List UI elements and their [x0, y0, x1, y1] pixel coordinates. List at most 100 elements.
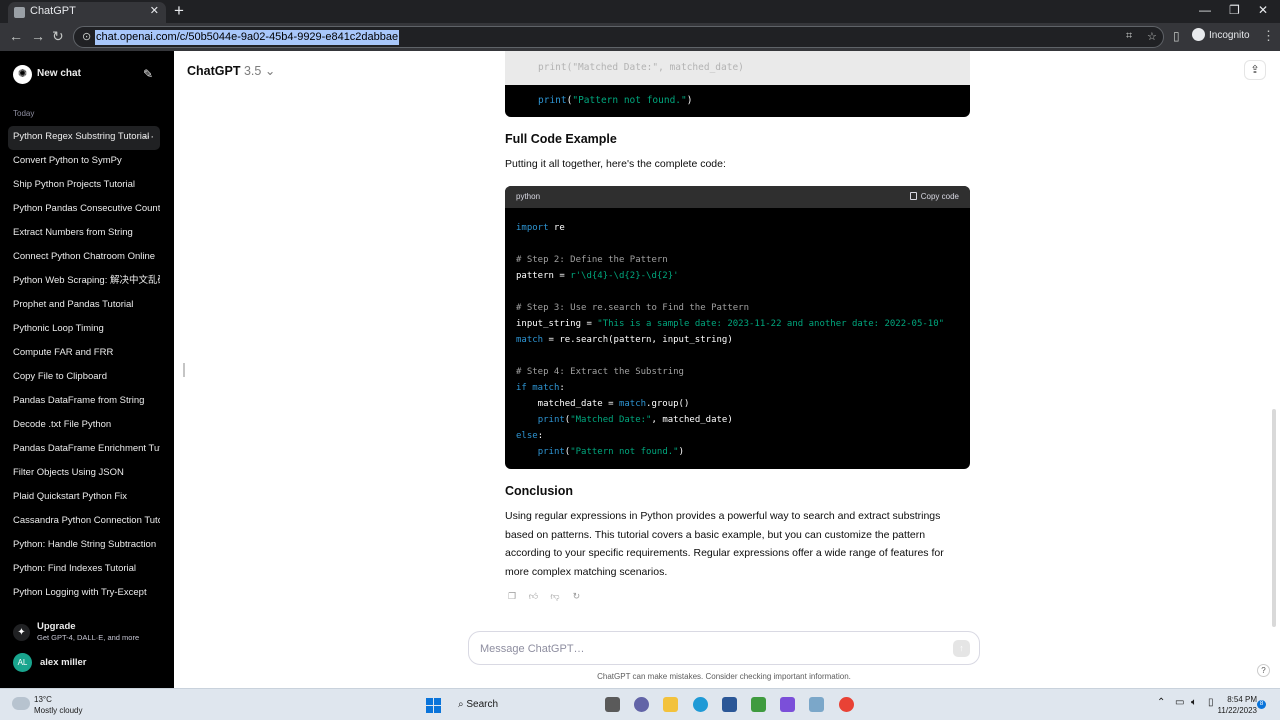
help-icon[interactable]: ?: [1257, 664, 1270, 677]
openai-logo-icon: ✺: [13, 65, 32, 84]
chat-history-item[interactable]: Python Pandas Consecutive Count: [8, 198, 160, 222]
weather-condition[interactable]: Mostly cloudy: [34, 706, 82, 715]
chevron-down-icon: ⌄: [264, 64, 276, 78]
address-bar[interactable]: ⊙ chat.openai.com/c/50b5044e-9a02-45b4-9…: [73, 26, 1164, 48]
vpn-icon[interactable]: [780, 697, 795, 712]
teams-chat-icon[interactable]: [634, 697, 649, 712]
notepad-icon[interactable]: [751, 697, 766, 712]
share-icon[interactable]: ⇪: [1244, 60, 1266, 80]
chat-history-item[interactable]: Python Logging with Try-Except: [8, 582, 160, 606]
site-info-icon[interactable]: ⊙: [82, 30, 91, 43]
network-icon[interactable]: ▭: [1175, 697, 1184, 708]
url-text[interactable]: chat.openai.com/c/50b5044e-9a02-45b4-992…: [95, 30, 400, 45]
more-options-icon[interactable]: ···: [143, 126, 154, 148]
chat-history-item[interactable]: Python Web Scraping: 解决中文乱码: [8, 270, 160, 294]
chevron-up-icon[interactable]: ⌃: [1157, 697, 1165, 708]
code-line: matched_date = match.group(): [516, 399, 690, 409]
chat-history-item[interactable]: Filter Objects Using JSON: [8, 462, 160, 486]
chat-history-item[interactable]: Extract Numbers from String: [8, 222, 160, 246]
browser-tab[interactable]: ChatGPT ✕: [8, 2, 166, 23]
chat-history-item[interactable]: Convert Python to SymPy: [8, 150, 160, 174]
user-name: alex miller: [40, 657, 87, 668]
weather-temp[interactable]: 13°C: [34, 695, 52, 704]
thumbs-down-icon[interactable]: 👎︎: [550, 591, 560, 602]
back-icon[interactable]: ←: [9, 28, 23, 44]
chat-history-list: Python Regex Substring Tutorial ··· Conve…: [8, 126, 160, 606]
chat-history-item[interactable]: Python: Handle String Subtraction: [8, 534, 160, 558]
code-line: print("Pattern not found."): [537, 447, 684, 457]
task-view-icon[interactable]: [605, 697, 620, 712]
bookmark-star-icon[interactable]: ☆: [1147, 30, 1157, 43]
upgrade-title: Upgrade: [37, 621, 76, 632]
notification-badge[interactable]: 8: [1257, 700, 1266, 709]
reload-icon[interactable]: ↻: [52, 28, 64, 45]
chat-history-item[interactable]: Copy File to Clipboard: [8, 366, 160, 390]
close-window-icon[interactable]: ✕: [1258, 3, 1268, 17]
chat-history-item[interactable]: Cassandra Python Connection Tutorial: [8, 510, 160, 534]
new-tab-icon[interactable]: +: [174, 1, 184, 21]
copy-icon[interactable]: ❐: [507, 591, 517, 602]
windows-taskbar: 13°C Mostly cloudy ⌕ Search ⌃ ▭ 🔈︎ ▯ 8:5…: [0, 688, 1280, 720]
main-chat-area: ChatGPT 3.5 ⌄ ⇪ print("Matched Date:", m…: [174, 51, 1280, 688]
chrome-icon[interactable]: [839, 697, 854, 712]
upgrade-button[interactable]: ✦ Upgrade Get GPT-4, DALL·E, and more: [13, 619, 163, 647]
regenerate-icon[interactable]: ↻: [571, 591, 581, 602]
code-block-header: python Copy code: [505, 186, 970, 208]
section-heading-full-code: Full Code Example: [505, 132, 617, 146]
thumbs-up-icon[interactable]: 👍︎: [528, 591, 538, 602]
chat-history-item[interactable]: Compute FAR and FRR: [8, 342, 160, 366]
code-line: pattern = r'\d{4}-\d{2}-\d{2}': [516, 271, 679, 281]
chat-history-item[interactable]: Python: Find Indexes Tutorial: [8, 558, 160, 582]
weather-cloud-icon[interactable]: [12, 697, 30, 710]
code-line: # Step 2: Define the Pattern: [516, 255, 668, 265]
sidebar-toggle-icon[interactable]: ▯: [1173, 29, 1180, 43]
browser-menu-icon[interactable]: ⋮: [1262, 28, 1275, 44]
edge-icon[interactable]: [693, 697, 708, 712]
chat-history-item[interactable]: Pandas DataFrame from String: [8, 390, 160, 414]
system-clock[interactable]: 8:54 PM 11/22/2023: [1205, 694, 1257, 716]
store-icon[interactable]: [722, 697, 737, 712]
model-selector[interactable]: ChatGPT 3.5 ⌄: [187, 63, 275, 78]
photos-icon[interactable]: [809, 697, 824, 712]
forward-icon[interactable]: →: [31, 28, 45, 44]
close-tab-icon[interactable]: ✕: [150, 2, 159, 21]
message-input[interactable]: [480, 640, 940, 657]
chat-history-item[interactable]: Decode .txt File Python: [8, 414, 160, 438]
incognito-badge[interactable]: Incognito: [1192, 28, 1250, 41]
scrollbar[interactable]: [1272, 409, 1276, 627]
chat-history-item[interactable]: Prophet and Pandas Tutorial: [8, 294, 160, 318]
chatgpt-favicon-icon: [14, 7, 25, 18]
chat-history-item[interactable]: Connect Python Chatroom Online: [8, 246, 160, 270]
minimize-icon[interactable]: —: [1199, 3, 1211, 17]
disclaimer-text: ChatGPT can make mistakes. Consider chec…: [597, 672, 851, 681]
code-line: # Step 3: Use re.search to Find the Patt…: [516, 303, 749, 313]
volume-icon[interactable]: 🔈︎: [1191, 697, 1197, 708]
code-line: else:: [516, 431, 544, 441]
send-icon[interactable]: ↑: [953, 640, 970, 657]
section-heading-conclusion: Conclusion: [505, 484, 574, 498]
maximize-icon[interactable]: ❐: [1229, 3, 1240, 17]
sidebar-resize-handle[interactable]: [183, 363, 185, 377]
taskbar-search[interactable]: ⌕ Search: [452, 694, 602, 716]
file-explorer-icon[interactable]: [663, 697, 678, 712]
code-line: match = re.search(pattern, input_string): [516, 335, 733, 345]
new-chat-button[interactable]: ✺ New chat ✎: [13, 65, 161, 85]
chat-history-item[interactable]: Pythonic Loop Timing: [8, 318, 160, 342]
incognito-icon: [1192, 28, 1205, 41]
copy-code-button[interactable]: Copy code: [909, 192, 959, 201]
section-label-today: Today: [13, 109, 35, 118]
chat-history-item[interactable]: Pandas DataFrame Enrichment Tutorial: [8, 438, 160, 462]
code-line: print("Pattern not found."): [538, 95, 693, 106]
qr-code-icon[interactable]: ⌗: [1126, 30, 1132, 43]
paragraph-conclusion: Using regular expressions in Python prov…: [505, 510, 944, 579]
chat-history-item[interactable]: Plaid Quickstart Python Fix: [8, 486, 160, 510]
chat-history-item[interactable]: Python Regex Substring Tutorial ···: [8, 126, 160, 150]
user-menu[interactable]: AL alex miller: [13, 652, 163, 672]
code-line: print("Matched Date:", matched_date): [537, 415, 733, 425]
windows-start-icon[interactable]: [426, 698, 441, 713]
edit-icon[interactable]: ✎: [143, 67, 153, 81]
chat-history-item[interactable]: Ship Python Projects Tutorial: [8, 174, 160, 198]
previous-code-block: print("Matched Date:", matched_date) pri…: [505, 51, 970, 117]
